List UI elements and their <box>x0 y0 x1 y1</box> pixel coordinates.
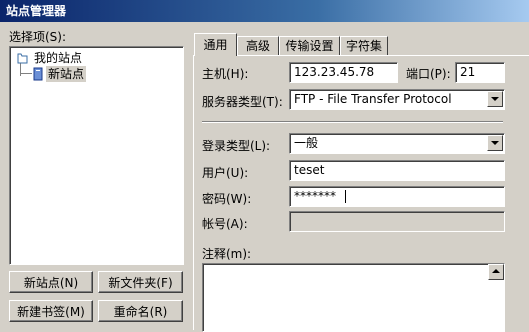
text-cursor <box>345 190 346 203</box>
host-input[interactable]: 123.23.45.78 <box>289 62 398 83</box>
title-bar[interactable]: 站点管理器 <box>0 0 529 22</box>
comments-label: 注释(m): <box>202 247 252 261</box>
password-label: 密码(W): <box>202 192 252 206</box>
server-type-label: 服务器类型(T): <box>202 95 283 109</box>
window-title: 站点管理器 <box>6 4 67 18</box>
server-type-value: FTP - File Transfer Protocol <box>294 92 452 106</box>
tab-advanced[interactable]: 高级 <box>237 36 279 55</box>
logon-type-value: 一般 <box>294 136 319 150</box>
chevron-down-icon[interactable] <box>487 91 503 107</box>
user-label: 用户(U): <box>202 166 249 180</box>
tab-transfer-settings[interactable]: 传输设置 <box>279 36 340 55</box>
tab-general[interactable]: 通用 <box>194 33 237 56</box>
tree-item-label: 新站点 <box>46 66 87 82</box>
port-label: 端口(P): <box>406 67 451 81</box>
new-folder-button[interactable]: 新文件夹(F) <box>98 271 183 293</box>
host-label: 主机(H): <box>202 67 249 81</box>
tree-item-label: 我的站点 <box>34 51 83 65</box>
user-input[interactable]: teset <box>289 160 505 181</box>
tab-charset[interactable]: 字符集 <box>340 36 388 55</box>
separator <box>202 121 503 123</box>
port-value: 21 <box>460 65 476 79</box>
site-tree[interactable]: 我的站点 新站点 <box>9 46 184 265</box>
logon-type-select[interactable]: 一般 <box>289 133 505 154</box>
new-site-button[interactable]: 新站点(N) <box>9 271 93 293</box>
comments-textarea[interactable] <box>202 263 505 332</box>
password-value: ******* <box>294 189 336 203</box>
user-value: teset <box>294 163 325 177</box>
account-input <box>289 211 505 232</box>
chevron-down-icon[interactable] <box>487 135 503 151</box>
password-input[interactable]: ******* <box>289 186 505 207</box>
new-bookmark-button[interactable]: 新建书签(M) <box>9 300 93 322</box>
branch-line <box>20 73 32 74</box>
account-label: 帐号(A): <box>202 217 248 231</box>
logon-type-label: 登录类型(L): <box>202 139 271 153</box>
host-value: 123.23.45.78 <box>294 65 375 79</box>
select-entry-label: 选择项(S): <box>9 30 67 44</box>
scroll-up-arrow-icon[interactable] <box>488 264 504 280</box>
server-type-select[interactable]: FTP - File Transfer Protocol <box>289 89 505 110</box>
server-icon <box>32 67 44 81</box>
port-input[interactable]: 21 <box>455 62 505 83</box>
rename-button[interactable]: 重命名(R) <box>98 300 183 322</box>
folder-icon <box>16 52 28 64</box>
